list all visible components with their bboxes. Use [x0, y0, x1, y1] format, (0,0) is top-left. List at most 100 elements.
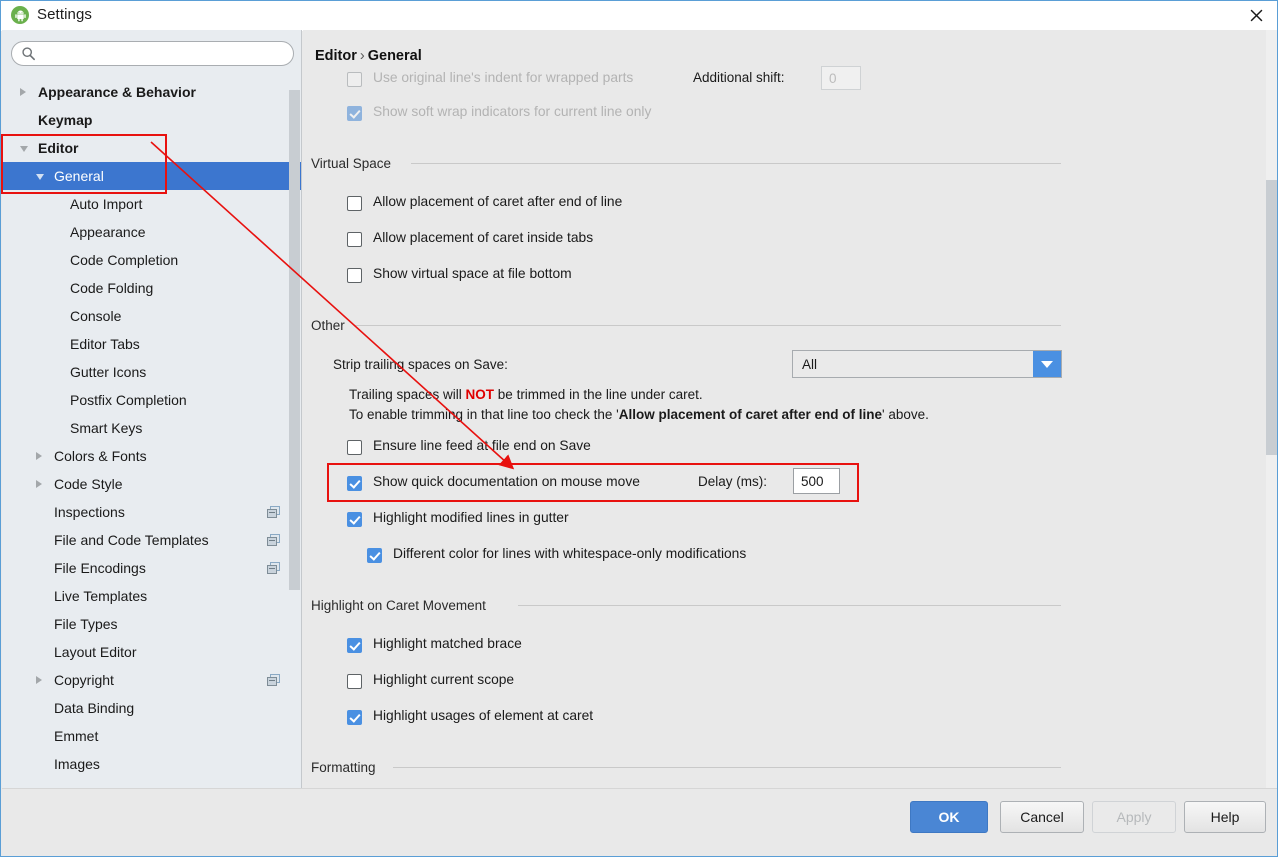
sidebar-item-label: Appearance	[70, 224, 146, 240]
sidebar-item-copyright[interactable]: Copyright	[2, 666, 301, 694]
strip-trailing-spaces-select[interactable]: All	[792, 350, 1062, 378]
sidebar-item-gutter-icons[interactable]: Gutter Icons	[2, 358, 301, 386]
sidebar-item-label: Postfix Completion	[70, 392, 187, 408]
module-scope-icon	[267, 534, 280, 546]
sidebar-item-editor[interactable]: Editor	[2, 134, 301, 162]
sidebar-scrollbar-track[interactable]	[289, 78, 301, 790]
sidebar-item-label: General	[54, 168, 104, 184]
sidebar-item-label: Keymap	[38, 112, 93, 128]
delay-label: Delay (ms):	[698, 474, 768, 489]
option-caret-inside-tabs-label: Allow placement of caret inside tabs	[373, 230, 594, 245]
settings-dialog: Settings Appearance & Behavior Keymap Edit…	[0, 0, 1278, 857]
settings-tree[interactable]: Appearance & Behavior Keymap Editor General…	[2, 78, 301, 790]
sidebar-item-smart-keys[interactable]: Smart Keys	[2, 414, 301, 442]
sidebar-item-label: Code Folding	[70, 280, 154, 296]
chevron-down-icon[interactable]	[36, 174, 44, 180]
sidebar-item-label: Data Binding	[54, 700, 135, 716]
chevron-right-icon[interactable]	[36, 480, 42, 488]
dialog-button-bar: OK Cancel Apply Help	[2, 788, 1277, 855]
checkbox-show-soft-wrap-indicators[interactable]	[347, 106, 362, 121]
sidebar-item-label: File and Code Templates	[54, 532, 209, 548]
sidebar-item-appearance[interactable]: Appearance	[2, 218, 301, 246]
checkbox-highlight-matched-brace[interactable]	[347, 638, 362, 653]
sidebar-item-file-types[interactable]: File Types	[2, 610, 301, 638]
breadcrumb: Editor › General	[315, 48, 422, 64]
cancel-button[interactable]: Cancel	[1000, 801, 1084, 833]
sidebar-item-code-completion[interactable]: Code Completion	[2, 246, 301, 274]
content-scrollbar-track[interactable]	[1266, 30, 1277, 790]
group-header-formatting: Formatting	[311, 760, 376, 775]
checkbox-highlight-usages[interactable]	[347, 710, 362, 725]
sidebar-item-data-binding[interactable]: Data Binding	[2, 694, 301, 722]
sidebar-item-inspections[interactable]: Inspections	[2, 498, 301, 526]
checkbox-different-color-whitespace[interactable]	[367, 548, 382, 563]
search-box[interactable]	[11, 41, 294, 66]
strip-trailing-spaces-label: Strip trailing spaces on Save:	[333, 357, 508, 372]
sidebar-item-images[interactable]: Images	[2, 750, 301, 778]
strip-trailing-spaces-value: All	[802, 356, 818, 372]
sidebar-item-console[interactable]: Console	[2, 302, 301, 330]
sidebar-item-auto-import[interactable]: Auto Import	[2, 190, 301, 218]
sidebar-item-label: File Encodings	[54, 560, 146, 576]
close-icon[interactable]	[1233, 1, 1277, 30]
sidebar-item-label: Console	[70, 308, 122, 324]
sidebar-item-label: Editor Tabs	[70, 336, 140, 352]
checkbox-caret-inside-tabs[interactable]	[347, 232, 362, 247]
sidebar-item-label: Code Completion	[70, 252, 179, 268]
breadcrumb-separator: ›	[359, 48, 365, 64]
sidebar-item-editor-tabs[interactable]: Editor Tabs	[2, 330, 301, 358]
sidebar-item-appearance-behavior[interactable]: Appearance & Behavior	[2, 78, 301, 106]
checkbox-use-original-indent[interactable]	[347, 72, 362, 87]
trailing-note-1a: Trailing spaces will	[349, 387, 466, 402]
sidebar-item-code-folding[interactable]: Code Folding	[2, 274, 301, 302]
group-rule-formatting	[393, 767, 1061, 768]
sidebar-item-emmet[interactable]: Emmet	[2, 722, 301, 750]
sidebar-item-label: Editor	[38, 140, 79, 156]
sidebar-item-colors-fonts[interactable]: Colors & Fonts	[2, 442, 301, 470]
delay-field[interactable]: 500	[793, 468, 840, 494]
additional-shift-label: Additional shift:	[693, 70, 785, 85]
sidebar-item-label: Colors & Fonts	[54, 448, 147, 464]
sidebar-item-file-encodings[interactable]: File Encodings	[2, 554, 301, 582]
group-header-caret-movement: Highlight on Caret Movement	[311, 598, 486, 613]
breadcrumb-root: Editor	[315, 48, 357, 64]
help-button[interactable]: Help	[1184, 801, 1266, 833]
sidebar-item-general[interactable]: General	[2, 162, 301, 190]
sidebar-item-keymap[interactable]: Keymap	[2, 106, 301, 134]
trailing-note-2b: Allow placement of caret after end of li…	[618, 407, 883, 422]
sidebar-item-code-style[interactable]: Code Style	[2, 470, 301, 498]
content-scrollbar-thumb[interactable]	[1266, 180, 1277, 455]
checkbox-highlight-current-scope[interactable]	[347, 674, 362, 689]
sidebar-scrollbar-thumb[interactable]	[289, 90, 300, 590]
sidebar-item-label: Smart Keys	[70, 420, 143, 436]
sidebar-item-label: Code Style	[54, 476, 123, 492]
sidebar-item-layout-editor[interactable]: Layout Editor	[2, 638, 301, 666]
sidebar-item-live-templates[interactable]: Live Templates	[2, 582, 301, 610]
checkbox-virtual-space-file-bottom[interactable]	[347, 268, 362, 283]
chevron-right-icon[interactable]	[20, 88, 26, 96]
search-input[interactable]	[44, 44, 288, 65]
additional-shift-field[interactable]: 0	[821, 66, 861, 90]
checkbox-ensure-line-feed[interactable]	[347, 440, 362, 455]
search-icon	[21, 46, 36, 64]
module-scope-icon	[267, 674, 280, 686]
settings-content-panel: Editor › General Use original line's inden…	[303, 30, 1277, 790]
chevron-right-icon[interactable]	[36, 452, 42, 460]
sidebar-item-file-and-code-templates[interactable]: File and Code Templates	[2, 526, 301, 554]
option-quick-documentation-label: Show quick documentation on mouse move	[373, 474, 640, 489]
sidebar-item-postfix-completion[interactable]: Postfix Completion	[2, 386, 301, 414]
option-use-original-indent-label: Use original line's indent for wrapped p…	[373, 70, 634, 85]
group-rule-virtual-space	[411, 163, 1061, 164]
checkbox-caret-after-end-of-line[interactable]	[347, 196, 362, 211]
option-caret-after-end-of-line-label: Allow placement of caret after end of li…	[373, 194, 623, 209]
option-highlight-usages-label: Highlight usages of element at caret	[373, 708, 594, 723]
checkbox-highlight-modified-lines[interactable]	[347, 512, 362, 527]
chevron-down-icon[interactable]	[1033, 351, 1061, 377]
sidebar-item-label: Copyright	[54, 672, 114, 688]
chevron-down-icon[interactable]	[20, 146, 28, 152]
checkbox-quick-documentation[interactable]	[347, 476, 362, 491]
ok-button[interactable]: OK	[910, 801, 988, 833]
android-icon	[11, 6, 29, 24]
chevron-right-icon[interactable]	[36, 676, 42, 684]
sidebar-item-label: Emmet	[54, 728, 99, 744]
